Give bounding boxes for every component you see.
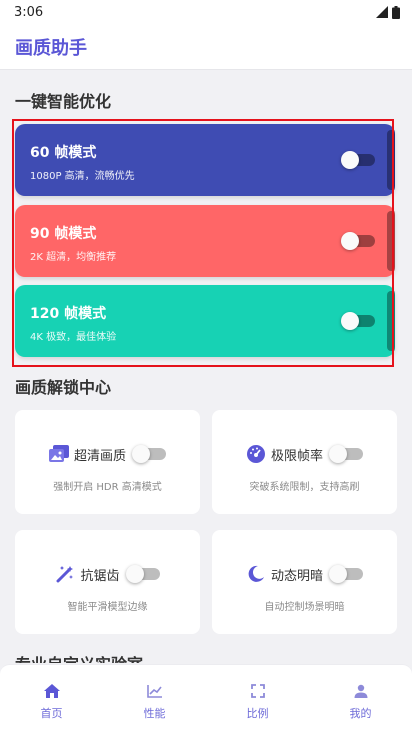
toggle-thumb[interactable] [329, 565, 347, 583]
nav-label: 性能 [143, 707, 166, 720]
feature-desc: 智能平滑模型边缘 [67, 602, 148, 613]
status-icons [376, 5, 400, 19]
nav-item-performance[interactable]: 性能 [103, 665, 206, 734]
speedometer-icon [246, 444, 266, 464]
feature-card-dynamic-brightness[interactable]: 动态明暗 自动控制场景明暗 [212, 530, 397, 634]
mode-desc: 1080P 高清，流畅优先 [30, 171, 135, 182]
status-bar: 3:06 [0, 0, 412, 24]
moon-icon [246, 564, 266, 584]
toggle-thumb[interactable] [132, 445, 150, 463]
feature-name: 极限帧率 [270, 448, 323, 464]
nav-label: 我的 [349, 707, 372, 720]
mode-name: 90 帧模式 [30, 226, 97, 242]
card-edge [387, 130, 395, 190]
feature-toggle-ultra-hd[interactable] [132, 444, 166, 464]
nav-label: 比例 [246, 707, 269, 720]
feature-toggle-anti-aliasing[interactable] [125, 564, 160, 584]
card-edge [387, 291, 395, 351]
nav-item-ratio[interactable]: 比例 [206, 665, 309, 734]
bottom-nav: 首页 性能 比例 我的 [0, 664, 412, 734]
status-time: 3:06 [14, 4, 44, 20]
mode-name: 120 帧模式 [30, 306, 107, 322]
app-title: 画质助手 [15, 37, 87, 59]
chart-icon [146, 682, 164, 700]
person-icon [352, 682, 370, 700]
mode-desc: 2K 超清，均衡推荐 [30, 252, 117, 263]
home-icon [43, 682, 61, 700]
card-edge [387, 211, 395, 271]
mode-toggle-120fps[interactable] [341, 312, 359, 330]
feature-card-ultra-hd[interactable]: 超清画质 强制开启 HDR 高清模式 [15, 410, 200, 514]
mode-name: 60 帧模式 [30, 145, 97, 161]
feature-toggle-max-fps[interactable] [329, 444, 363, 464]
feature-row: 抗锯齿 [15, 564, 200, 584]
mode-desc: 4K 极致，最佳体验 [30, 332, 117, 343]
fullscreen-icon [249, 682, 267, 700]
feature-desc: 突破系统限制，支持高刷 [249, 482, 360, 493]
mode-toggle-90fps[interactable] [341, 232, 359, 250]
image-icon [48, 444, 69, 464]
unlock-center-title: 画质解锁中心 [15, 378, 112, 397]
feature-card-max-fps[interactable]: 极限帧率 突破系统限制，支持高刷 [212, 410, 397, 514]
app-bar: 画质助手 [0, 24, 412, 70]
feature-toggle-dynamic-brightness[interactable] [329, 564, 363, 584]
toggle-thumb[interactable] [125, 565, 144, 583]
mode-toggle-60fps[interactable] [341, 151, 359, 169]
feature-row: 超清画质 [15, 444, 200, 464]
nav-item-profile[interactable]: 我的 [309, 665, 412, 734]
mode-card-90fps[interactable]: 90 帧模式 2K 超清，均衡推荐 [15, 205, 395, 277]
feature-name: 动态明暗 [270, 568, 323, 584]
feature-desc: 自动控制场景明暗 [264, 602, 345, 613]
battery-icon [392, 5, 400, 19]
nav-label: 首页 [40, 707, 63, 720]
mode-card-60fps[interactable]: 60 帧模式 1080P 高清，流畅优先 [15, 124, 395, 196]
custom-lab-title: 专业自定义实验室 [15, 651, 143, 663]
feature-name: 抗锯齿 [80, 568, 120, 584]
feature-name: 超清画质 [73, 448, 126, 464]
feature-desc: 强制开启 HDR 高清模式 [53, 482, 162, 493]
nav-item-home[interactable]: 首页 [0, 665, 103, 734]
quick-optimize-title: 一键智能优化 [15, 92, 112, 111]
mode-card-120fps[interactable]: 120 帧模式 4K 极致，最佳体验 [15, 285, 395, 357]
feature-row: 极限帧率 [212, 444, 397, 464]
main-content[interactable]: 一键智能优化 60 帧模式 1080P 高清，流畅优先 90 帧模式 2K 超清… [0, 71, 412, 663]
feature-card-anti-aliasing[interactable]: 抗锯齿 智能平滑模型边缘 [15, 530, 200, 634]
signal-icon [376, 6, 388, 18]
toggle-thumb[interactable] [329, 445, 347, 463]
feature-row: 动态明暗 [212, 564, 397, 584]
magic-wand-icon [55, 564, 75, 584]
